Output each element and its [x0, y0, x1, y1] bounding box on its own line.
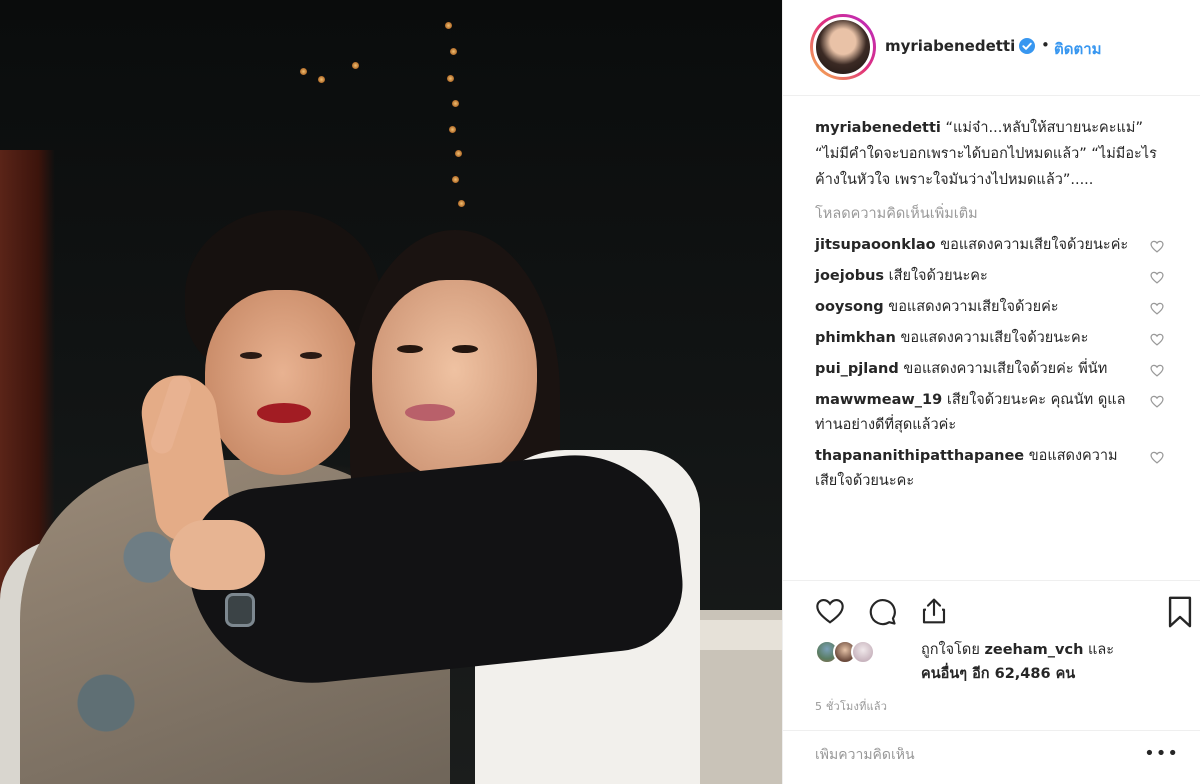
comment-text: ขอแสดงความเสียใจด้วยนะคะ [900, 330, 1089, 346]
heart-icon[interactable] [1149, 331, 1165, 356]
heart-icon[interactable] [1149, 269, 1165, 294]
load-more-comments-button[interactable]: โหลดความคิดเห็นเพิ่มเติม [815, 203, 1169, 225]
photo-daughter-hand [170, 520, 265, 590]
photo-mother-lips [257, 403, 311, 423]
likes-count-link[interactable]: คนอื่นๆ อีก 62,486 คน [921, 666, 1075, 682]
photo-light [318, 76, 325, 83]
verified-badge-icon [1019, 38, 1035, 54]
comment-text: ขอแสดงความเสียใจด้วยค่ะ พี่นัท [903, 361, 1108, 377]
comment-username[interactable]: joejobus [815, 268, 884, 284]
photo-table-top [700, 620, 782, 650]
heart-icon[interactable] [1149, 362, 1165, 387]
photo-light [449, 126, 456, 133]
avatar[interactable] [851, 640, 875, 664]
photo-light [352, 62, 359, 69]
post-actions-bar [783, 580, 1200, 638]
comment-row: thapananithipatthapanee ขอแสดงความเสียใจ… [815, 444, 1169, 494]
photo-light [445, 22, 452, 29]
photo-eye [452, 345, 478, 353]
follow-button[interactable]: ติดตาม [1054, 37, 1102, 61]
more-options-icon[interactable]: ••• [1144, 743, 1179, 764]
separator-dot: • [1041, 36, 1050, 54]
comment-username[interactable]: mawwmeaw_19 [815, 392, 942, 408]
photo-light [447, 75, 454, 82]
liker-username[interactable]: zeeham_vch [984, 642, 1083, 658]
likes-summary[interactable]: ถูกใจโดย zeeham_vch และ คนอื่นๆ อีก 62,4… [815, 638, 1175, 688]
caption-username[interactable]: myriabenedetti [815, 120, 941, 136]
photo-light [452, 176, 459, 183]
comment-row: jitsupaoonklao ขอแสดงความเสียใจด้วยนะค่ะ [815, 233, 1169, 258]
heart-icon[interactable] [1149, 393, 1165, 418]
photo-light [455, 150, 462, 157]
photo-light [300, 68, 307, 75]
add-comment-bar: ••• [783, 730, 1200, 784]
comment-text: ขอแสดงความเสียใจด้วยนะค่ะ [940, 237, 1129, 253]
heart-icon[interactable] [1149, 238, 1165, 263]
comment-row: pui_pjland ขอแสดงความเสียใจด้วยค่ะ พี่นั… [815, 357, 1169, 382]
photo-eye [240, 352, 262, 359]
post-header: myriabenedetti • ติดตาม [783, 0, 1200, 96]
comment-row: phimkhan ขอแสดงความเสียใจด้วยนะคะ [815, 326, 1169, 351]
post-timestamp[interactable]: 5 ชั่วโมงที่แล้ว [815, 697, 887, 715]
comment-row: mawwmeaw_19 เสียใจด้วยนะคะ คุณนัท ดูแลท่… [815, 388, 1169, 438]
comment-container: jitsupaoonklao ขอแสดงความเสียใจด้วยนะค่ะ… [815, 233, 1169, 494]
comment-username[interactable]: ooysong [815, 299, 884, 315]
photo-light [450, 48, 457, 55]
comment-username[interactable]: jitsupaoonklao [815, 237, 936, 253]
comment-username[interactable]: phimkhan [815, 330, 896, 346]
heart-icon[interactable] [813, 595, 847, 631]
comment-row: joejobus เสียใจด้วยนะคะ [815, 264, 1169, 289]
photo-daughter-lips [405, 404, 455, 421]
post-photo[interactable] [0, 0, 782, 784]
comment-row: ooysong ขอแสดงความเสียใจด้วยค่ะ [815, 295, 1169, 320]
photo-daughter-face [372, 280, 537, 480]
bookmark-icon[interactable] [1165, 595, 1195, 633]
heart-icon[interactable] [1149, 300, 1165, 325]
post-caption: myriabenedetti “แม่จ๋า...หลับให้สบายนะคะ… [815, 115, 1169, 193]
likes-and: และ [1088, 642, 1115, 658]
photo-wristwatch [225, 593, 255, 627]
post-panel: myriabenedetti • ติดตาม myriabenedetti “… [782, 0, 1200, 784]
photo-eye [397, 345, 423, 353]
share-icon[interactable] [917, 595, 951, 631]
header-username[interactable]: myriabenedetti [885, 37, 1015, 55]
photo-light [458, 200, 465, 207]
likes-prefix: ถูกใจโดย [921, 642, 980, 658]
comment-username[interactable]: pui_pjland [815, 361, 899, 377]
photo-light [452, 100, 459, 107]
comment-icon[interactable] [865, 595, 899, 631]
comment-text: เสียใจด้วยนะคะ [888, 268, 988, 284]
avatar[interactable] [813, 17, 873, 77]
likes-text: ถูกใจโดย zeeham_vch และ คนอื่นๆ อีก 62,4… [921, 638, 1114, 686]
add-comment-input[interactable] [815, 747, 1135, 763]
profile-avatar-ring[interactable] [810, 14, 876, 80]
photo-mother-face [205, 290, 360, 475]
photo-eye [300, 352, 322, 359]
comment-username[interactable]: thapananithipatthapanee [815, 448, 1024, 464]
heart-icon[interactable] [1149, 449, 1165, 474]
comment-text: ขอแสดงความเสียใจด้วยค่ะ [888, 299, 1059, 315]
comments-list[interactable]: myriabenedetti “แม่จ๋า...หลับให้สบายนะคะ… [783, 97, 1200, 580]
